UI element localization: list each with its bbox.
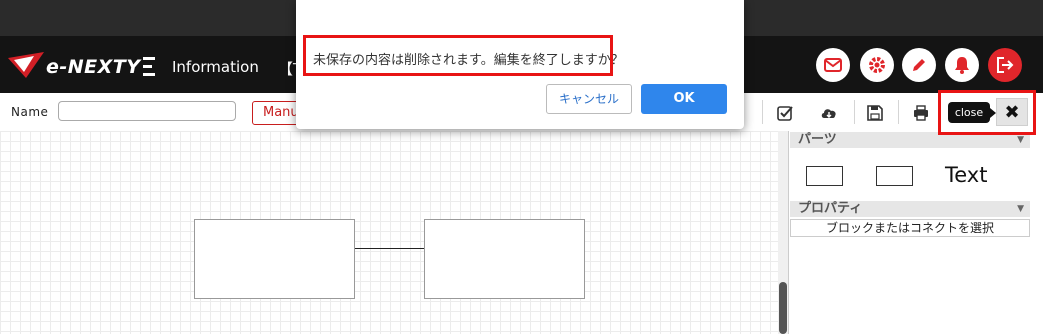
toolbar-divider	[762, 100, 763, 124]
bell-icon	[955, 57, 969, 74]
scrollbar-thumb[interactable]	[779, 282, 787, 334]
menu-icon[interactable]	[143, 57, 157, 77]
print-icon[interactable]	[912, 104, 930, 122]
cancel-button[interactable]: キャンセル	[546, 84, 632, 114]
diagram-canvas[interactable]	[0, 131, 778, 334]
diagram-block[interactable]	[194, 219, 355, 299]
cloud-download-icon[interactable]	[820, 104, 838, 122]
toolbar-divider	[854, 100, 855, 124]
diagram-block[interactable]	[424, 219, 585, 299]
name-label: Name	[11, 105, 49, 119]
settings-button[interactable]	[860, 48, 894, 82]
mail-icon	[824, 58, 842, 72]
parts-title: パーツ	[798, 132, 837, 147]
mail-button[interactable]	[816, 48, 850, 82]
properties-header[interactable]: プロパティ ▼	[790, 201, 1030, 217]
properties-title: プロパティ	[798, 201, 863, 216]
collapse-arrow-icon: ▼	[1017, 204, 1024, 214]
diagram-connector[interactable]	[355, 248, 425, 249]
part-block-rect-2[interactable]	[876, 166, 913, 186]
ok-button[interactable]: OK	[641, 84, 727, 114]
part-text[interactable]: Text	[945, 163, 987, 187]
name-input[interactable]	[58, 101, 236, 121]
logo-text: e-NEXTY	[46, 56, 141, 78]
highlight-box	[303, 35, 613, 76]
properties-message: ブロックまたはコネクトを選択	[790, 219, 1030, 237]
toolbar-divider	[898, 100, 899, 124]
save-icon[interactable]	[866, 104, 884, 122]
pencil-icon	[913, 59, 925, 71]
check-icon[interactable]	[776, 104, 794, 122]
notification-button[interactable]	[945, 48, 979, 82]
nav-information[interactable]: Information	[172, 58, 259, 76]
logout-button[interactable]	[988, 48, 1022, 82]
logout-icon	[997, 57, 1014, 73]
part-block-rect[interactable]	[806, 166, 843, 186]
gear-icon	[869, 57, 885, 73]
edit-button[interactable]	[902, 48, 936, 82]
highlight-box	[938, 90, 1036, 135]
